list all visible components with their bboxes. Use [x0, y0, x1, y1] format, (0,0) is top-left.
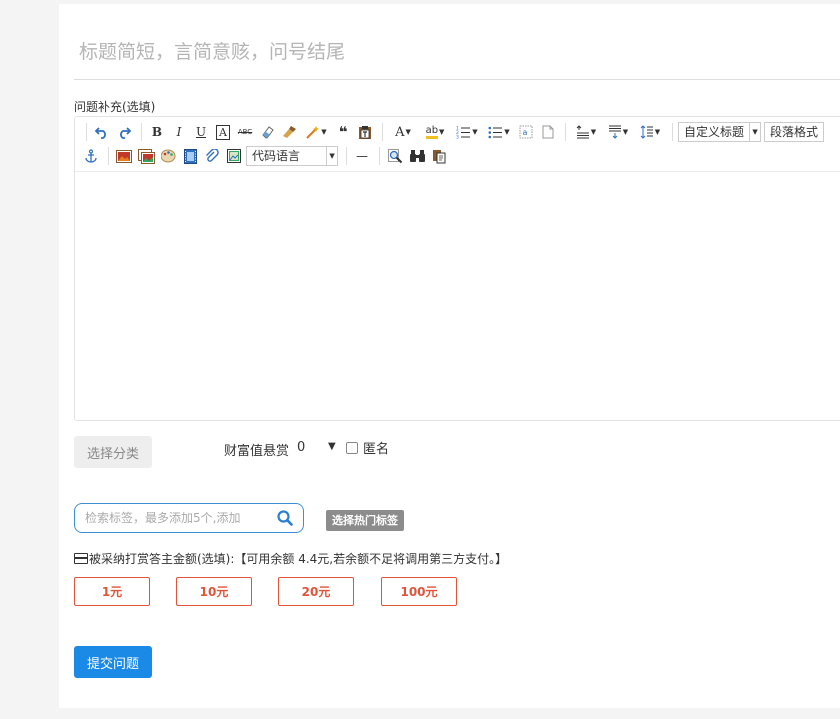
- highlight-color-icon[interactable]: ab ▼: [420, 122, 450, 142]
- inline-code-icon[interactable]: a: [516, 122, 536, 142]
- select-category-button[interactable]: 选择分类: [74, 436, 152, 468]
- search-replace-icon[interactable]: [385, 146, 405, 166]
- svg-text:a: a: [523, 128, 528, 137]
- chevron-down-icon: ▼: [749, 123, 760, 141]
- rich-text-editor: B I U A ABC ▼ ❝ A ▼ ab ▼ 1 2 3 ▼ ▼ a ▼ ▼…: [74, 116, 840, 421]
- anonymous-checkbox[interactable]: [346, 441, 358, 454]
- attachment-icon[interactable]: [202, 146, 222, 166]
- amount-option-1[interactable]: 1元: [74, 577, 150, 606]
- insert-frame-icon[interactable]: [224, 146, 244, 166]
- bold-icon[interactable]: B: [147, 122, 167, 142]
- row-spacing-top-icon[interactable]: ▼: [571, 122, 601, 142]
- submit-question-button[interactable]: 提交问题: [74, 646, 152, 678]
- reward-label: 财富值悬赏: [224, 444, 290, 459]
- editor-toolbar: B I U A ABC ▼ ❝ A ▼ ab ▼ 1 2 3 ▼ ▼ a ▼ ▼…: [75, 117, 840, 172]
- search-icon[interactable]: [277, 510, 293, 526]
- reward-notice: 被采纳打赏答主金额(选填):【可用余额 4.4元,若余额不足将调用第三方支付。】: [74, 550, 507, 567]
- credit-card-icon: [74, 553, 88, 564]
- strikethrough-icon[interactable]: ABC: [235, 122, 255, 142]
- reward-notice-text: 被采纳打赏答主金额(选填):【可用余额 4.4元,若余额不足将调用第三方支付。】: [89, 552, 508, 566]
- select-hot-tags-button[interactable]: 选择热门标签: [326, 510, 404, 531]
- tag-search-input[interactable]: [85, 511, 275, 525]
- video-icon[interactable]: [180, 146, 200, 166]
- blockquote-icon[interactable]: ❝: [333, 122, 353, 142]
- separator: [108, 147, 109, 165]
- italic-icon[interactable]: I: [169, 122, 189, 142]
- custom-title-select[interactable]: 自定义标题 ▼: [678, 122, 762, 142]
- underline-icon[interactable]: U: [191, 122, 211, 142]
- font-border-icon[interactable]: A: [213, 122, 233, 142]
- paste-plain-icon[interactable]: [355, 122, 375, 142]
- anonymous-label: 匿名: [363, 442, 390, 457]
- separator: [379, 147, 381, 165]
- amount-option-100[interactable]: 100元: [381, 577, 457, 606]
- reward-select[interactable]: 0: [297, 440, 305, 455]
- separator: [346, 147, 348, 165]
- multi-image-icon[interactable]: [136, 146, 156, 166]
- anonymous-option[interactable]: 匿名: [346, 438, 389, 457]
- separator: [86, 123, 87, 141]
- toolbar-row-1: B I U A ABC ▼ ❝ A ▼ ab ▼ 1 2 3 ▼ ▼ a ▼ ▼…: [81, 121, 827, 143]
- tag-search-box: [74, 503, 304, 533]
- page-break-icon[interactable]: [538, 122, 558, 142]
- title-input[interactable]: [74, 24, 840, 80]
- toolbar-row-2: 代码语言 ▼ —: [81, 145, 451, 167]
- redo-icon[interactable]: [114, 122, 134, 142]
- autotypeset-icon[interactable]: ▼: [301, 122, 331, 142]
- format-brush-icon[interactable]: [279, 122, 299, 142]
- template-icon[interactable]: [429, 146, 449, 166]
- chevron-down-icon: ▼: [326, 147, 337, 165]
- line-height-icon[interactable]: ▼: [635, 122, 665, 142]
- amount-option-20[interactable]: 20元: [278, 577, 354, 606]
- separator: [672, 123, 673, 141]
- separator: [382, 123, 383, 141]
- font-color-icon[interactable]: A ▼: [388, 122, 418, 142]
- unordered-list-icon[interactable]: ▼: [484, 122, 514, 142]
- svg-text:3: 3: [456, 135, 459, 140]
- editor-content-area[interactable]: [75, 172, 840, 420]
- code-language-select[interactable]: 代码语言 ▼: [246, 146, 339, 166]
- horizontal-rule-icon[interactable]: —: [352, 146, 372, 166]
- supplement-label: 问题补充(选填): [74, 100, 156, 114]
- separator: [565, 123, 566, 141]
- eraser-icon[interactable]: [257, 122, 277, 142]
- ordered-list-icon[interactable]: 123 ▼: [452, 122, 482, 142]
- separator: [141, 123, 142, 141]
- scrawl-icon[interactable]: [158, 146, 178, 166]
- paragraph-format-select[interactable]: 段落格式: [764, 122, 825, 142]
- chevron-down-icon[interactable]: ▼: [328, 441, 336, 452]
- amount-option-10[interactable]: 10元: [176, 577, 252, 606]
- image-icon[interactable]: [114, 146, 134, 166]
- preview-icon[interactable]: [407, 146, 427, 166]
- undo-icon[interactable]: [92, 122, 112, 142]
- anchor-icon[interactable]: [81, 146, 101, 166]
- row-spacing-bottom-icon[interactable]: ▼: [603, 122, 633, 142]
